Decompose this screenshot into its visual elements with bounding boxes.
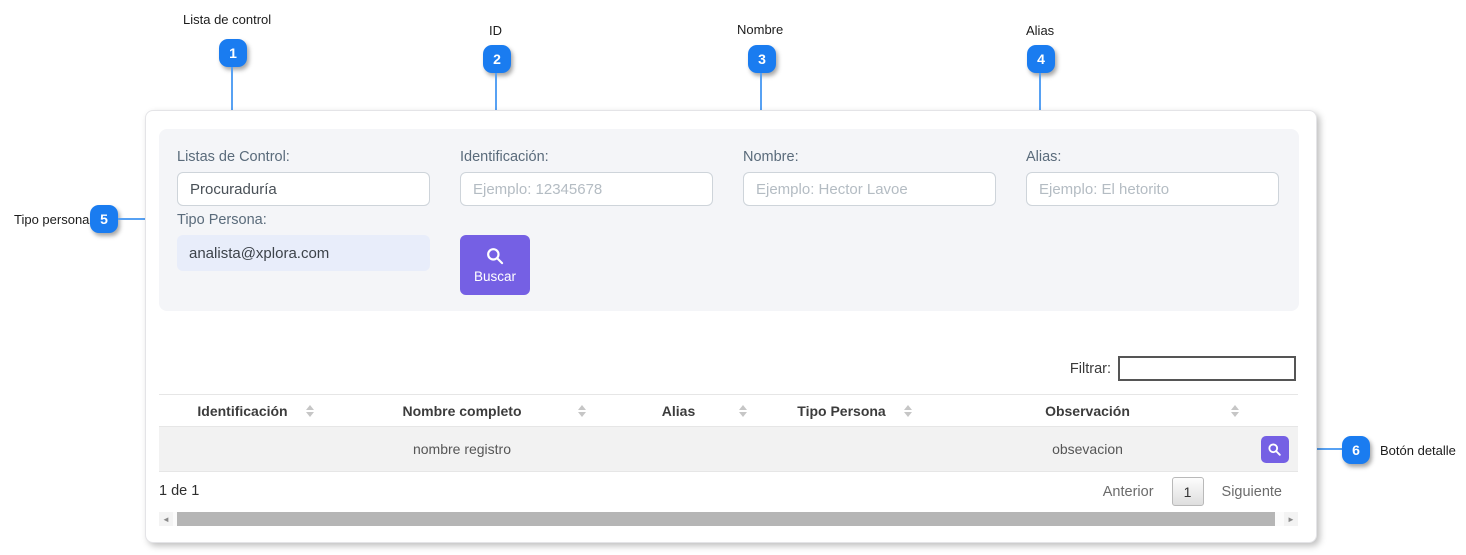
table-header-row: Identificación Nombre completo Alias Tip… bbox=[159, 394, 1298, 427]
search-icon bbox=[487, 248, 504, 265]
nombre-label: Nombre: bbox=[743, 149, 799, 165]
identificacion-label: Identificación: bbox=[460, 149, 549, 165]
column-header-identificacion[interactable]: Identificación bbox=[159, 395, 326, 426]
sort-icon bbox=[578, 404, 586, 417]
cell-alias bbox=[598, 427, 759, 471]
field-group-listas-control: Listas de Control: bbox=[177, 149, 430, 206]
filter-input[interactable] bbox=[1118, 356, 1296, 381]
pagination-prev-button[interactable]: Anterior bbox=[1103, 484, 1154, 500]
callout-label-tipo-persona: Tipo persona bbox=[14, 212, 90, 227]
identificacion-input[interactable] bbox=[460, 172, 713, 206]
horizontal-scrollbar: ◄ ► bbox=[159, 512, 1298, 526]
column-header-observacion[interactable]: Observación bbox=[924, 395, 1251, 426]
callout-badge-2: 2 bbox=[483, 45, 511, 73]
tipo-persona-input[interactable] bbox=[177, 235, 430, 271]
sort-icon bbox=[306, 404, 314, 417]
detail-button[interactable] bbox=[1260, 435, 1289, 463]
cell-nombre-completo: nombre registro bbox=[412, 441, 512, 457]
alias-input[interactable] bbox=[1026, 172, 1279, 206]
callout-badge-4: 4 bbox=[1027, 45, 1055, 73]
cell-actions bbox=[1251, 427, 1298, 471]
main-panel: Listas de Control: Identificación: Nombr… bbox=[145, 110, 1317, 543]
column-header-actions bbox=[1251, 395, 1298, 426]
callout-label-lista-de-control: Lista de control bbox=[183, 12, 272, 27]
pagination-next-button[interactable]: Siguiente bbox=[1222, 484, 1282, 500]
column-header-alias[interactable]: Alias bbox=[598, 395, 759, 426]
listas-control-label: Listas de Control: bbox=[177, 149, 290, 165]
filter-row: Filtrar: bbox=[1070, 356, 1296, 381]
callout-badge-1: 1 bbox=[219, 39, 247, 67]
filter-label: Filtrar: bbox=[1069, 360, 1111, 377]
nombre-input[interactable] bbox=[743, 172, 996, 206]
column-header-nombre-completo[interactable]: Nombre completo bbox=[326, 395, 598, 426]
table-row: nombre registro obsevacion bbox=[159, 427, 1298, 472]
callout-label-alias: Alias bbox=[1026, 23, 1055, 38]
callout-label-id: ID bbox=[489, 23, 502, 38]
search-form-panel: Listas de Control: Identificación: Nombr… bbox=[159, 129, 1299, 311]
sort-icon bbox=[904, 404, 912, 417]
pagination-page-1-button[interactable]: 1 bbox=[1171, 477, 1204, 506]
buscar-button[interactable]: Buscar bbox=[460, 235, 530, 295]
column-header-tipo-persona[interactable]: Tipo Persona bbox=[759, 395, 924, 426]
cell-tipo-persona bbox=[759, 427, 924, 471]
callout-badge-3: 3 bbox=[748, 45, 776, 73]
tipo-persona-label: Tipo Persona: bbox=[177, 212, 267, 228]
field-group-alias: Alias: bbox=[1026, 149, 1279, 206]
field-group-identificacion: Identificación: bbox=[460, 149, 713, 206]
cell-observacion: obsevacion bbox=[1052, 441, 1123, 457]
listas-control-input[interactable] bbox=[177, 172, 430, 206]
results-table: Identificación Nombre completo Alias Tip… bbox=[159, 394, 1298, 472]
scrollbar-left-arrow-icon[interactable]: ◄ bbox=[159, 512, 173, 526]
scrollbar-thumb[interactable] bbox=[177, 512, 1275, 526]
pagination-info: 1 de 1 bbox=[159, 483, 200, 499]
pagination-controls: Anterior 1 Siguiente bbox=[1103, 477, 1282, 506]
sort-icon bbox=[1231, 404, 1239, 417]
buscar-button-label: Buscar bbox=[473, 269, 517, 284]
search-icon bbox=[1268, 442, 1281, 456]
callout-label-boton-detalle: Botón detalle bbox=[1380, 443, 1456, 458]
alias-label: Alias: bbox=[1026, 149, 1062, 165]
callout-badge-6: 6 bbox=[1342, 436, 1370, 464]
cell-identificacion bbox=[159, 427, 326, 471]
field-group-nombre: Nombre: bbox=[743, 149, 996, 206]
page: Lista de control 1 ID 2 Nombre 3 Alias 4… bbox=[0, 0, 1466, 555]
callout-badge-5: 5 bbox=[90, 205, 118, 233]
sort-icon bbox=[739, 404, 747, 417]
field-group-tipo-persona: Tipo Persona: bbox=[177, 212, 430, 271]
callout-label-nombre: Nombre bbox=[737, 22, 784, 37]
scrollbar-right-arrow-icon[interactable]: ► bbox=[1284, 512, 1298, 526]
